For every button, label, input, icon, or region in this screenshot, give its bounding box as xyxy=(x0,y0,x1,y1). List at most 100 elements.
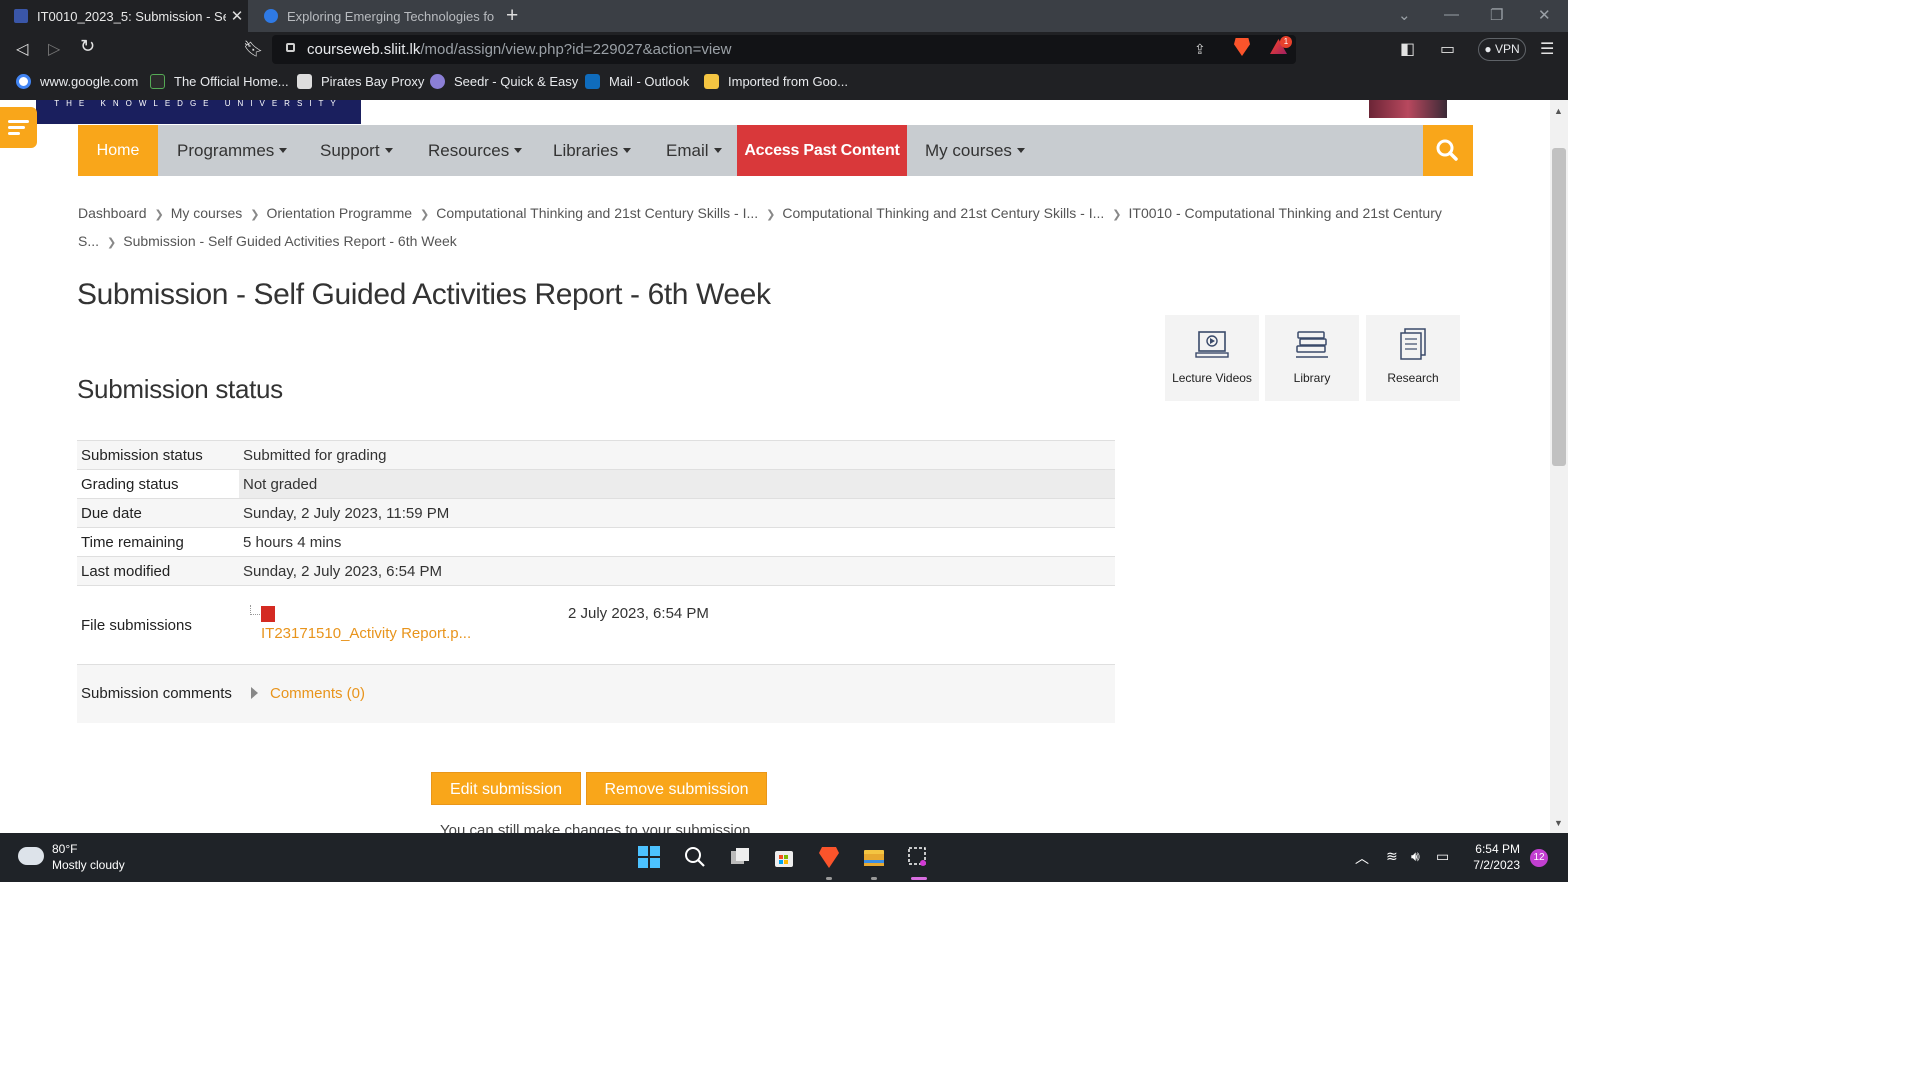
wallet-icon[interactable]: ▭ xyxy=(1440,39,1455,59)
time: 6:54 PM xyxy=(1475,842,1520,856)
site-icon xyxy=(150,74,165,89)
edit-hint-text: You can still make changes to your submi… xyxy=(440,822,755,833)
breadcrumb-dashboard[interactable]: Dashboard xyxy=(78,205,147,221)
row-value: Sunday, 2 July 2023, 6:54 PM xyxy=(239,556,1115,586)
notification-badge[interactable]: 12 xyxy=(1530,849,1548,867)
row-label: Time remaining xyxy=(77,527,239,557)
scroll-up-icon[interactable]: ▲ xyxy=(1554,106,1563,116)
caret-down-icon xyxy=(514,148,523,153)
seedr-icon xyxy=(430,74,445,89)
bookmark-pirates-bay[interactable]: Pirates Bay Proxy xyxy=(297,74,424,89)
breadcrumb-current: Submission - Self Guided Activities Repo… xyxy=(123,233,457,249)
share-icon[interactable]: ⇪ xyxy=(1194,41,1206,58)
brave-browser-icon[interactable] xyxy=(817,845,841,869)
chevron-right-icon: ❯ xyxy=(154,209,164,221)
search-icon xyxy=(1436,139,1458,161)
comments-link[interactable]: Comments (0) xyxy=(270,685,365,702)
google-icon xyxy=(16,74,31,89)
tile-research[interactable]: Research xyxy=(1366,315,1460,401)
close-window-icon[interactable]: ✕ xyxy=(1538,6,1551,24)
breadcrumb-orientation[interactable]: Orientation Programme xyxy=(267,205,413,221)
temperature: 80°F xyxy=(52,842,78,856)
row-label: Last modified xyxy=(77,556,239,586)
tile-label: Lecture Videos xyxy=(1172,371,1252,385)
sliit-logo[interactable]: THE KNOWLEDGE UNIVERSITY xyxy=(36,100,361,124)
comments-cell: Comments (0) xyxy=(239,664,1115,723)
chevron-right-icon: ❯ xyxy=(107,237,117,249)
microsoft-store-icon[interactable] xyxy=(772,845,796,869)
tab-assignment[interactable]: IT0010_2023_5: Submission - Self ✕ xyxy=(0,0,248,32)
maximize-icon[interactable]: ❐ xyxy=(1490,6,1503,24)
bookmark-icon[interactable]: 🔖︎ xyxy=(243,39,263,59)
table-row: Grading status Not graded xyxy=(77,469,1115,499)
library-icon xyxy=(1296,331,1328,358)
back-icon[interactable]: ◁ xyxy=(16,39,28,59)
task-view-icon[interactable] xyxy=(728,845,752,869)
row-label: Grading status xyxy=(77,469,239,499)
scrollbar-thumb[interactable] xyxy=(1552,148,1566,466)
bookmark-outlook[interactable]: Mail - Outlook xyxy=(585,74,689,89)
battery-icon[interactable]: ▭ xyxy=(1436,848,1449,865)
breadcrumb-my-courses[interactable]: My courses xyxy=(171,205,243,221)
tile-library[interactable]: Library xyxy=(1265,315,1359,401)
breadcrumb: Dashboard ❯ My courses ❯ Orientation Program… xyxy=(78,200,1468,256)
menu-my-courses[interactable]: My courses xyxy=(925,125,1025,176)
search-icon[interactable] xyxy=(683,845,707,869)
bookmark-google[interactable]: www.google.com xyxy=(16,74,138,89)
clock[interactable]: 6:54 PM 7/2/2023 xyxy=(1470,841,1520,873)
close-tab-icon[interactable]: ✕ xyxy=(226,7,248,25)
minimize-icon[interactable]: — xyxy=(1444,6,1459,23)
menu-access-past-content[interactable]: Access Past Content xyxy=(737,125,907,176)
folder-icon xyxy=(704,74,719,89)
bookmark-official-home[interactable]: The Official Home... xyxy=(150,74,289,89)
tab-title: Exploring Emerging Technologies for L xyxy=(287,8,495,24)
menu-home[interactable]: Home xyxy=(78,125,158,176)
file-link[interactable]: IT23171510_Activity Report.p... xyxy=(261,625,471,642)
edit-submission-button[interactable]: Edit submission xyxy=(431,772,581,805)
tab-exploring[interactable]: Exploring Emerging Technologies for L xyxy=(250,0,495,32)
new-tab-icon[interactable]: + xyxy=(506,4,518,28)
url-field[interactable]: courseweb.sliit.lk/mod/assign/view.php?i… xyxy=(272,35,1296,64)
remove-submission-button[interactable]: Remove submission xyxy=(586,772,767,805)
volume-icon[interactable]: 🔊︎ xyxy=(1411,848,1420,865)
breadcrumb-ct-skills-2[interactable]: Computational Thinking and 21st Century … xyxy=(782,205,1104,221)
tile-lecture-videos[interactable]: Lecture Videos xyxy=(1165,315,1259,401)
search-button[interactable] xyxy=(1423,125,1473,176)
row-label: Submission comments xyxy=(77,664,239,723)
caret-down-icon xyxy=(713,148,722,153)
menu-resources[interactable]: Resources xyxy=(428,125,523,176)
breadcrumb-ct-skills-1[interactable]: Computational Thinking and 21st Century … xyxy=(436,205,758,221)
bookmark-imported[interactable]: Imported from Goo... xyxy=(704,74,848,89)
menu-icon[interactable]: ☰ xyxy=(1540,39,1554,59)
bookmarks-bar: www.google.com The Official Home... Pira… xyxy=(0,66,1568,100)
banner-image xyxy=(1369,100,1447,118)
file-explorer-icon[interactable] xyxy=(862,845,886,869)
chevron-right-icon: ❯ xyxy=(766,209,776,221)
reload-icon[interactable]: ↻ xyxy=(80,36,95,57)
expand-icon[interactable] xyxy=(251,687,258,700)
sidebar-icon[interactable]: ◧ xyxy=(1400,39,1415,59)
forward-icon[interactable]: ▷ xyxy=(48,39,60,59)
vpn-button[interactable]: ● VPN xyxy=(1478,38,1526,61)
tile-label: Research xyxy=(1387,371,1439,385)
outlook-icon xyxy=(585,74,600,89)
menu-libraries[interactable]: Libraries xyxy=(553,125,632,176)
submission-status-table: Submission status Submitted for grading … xyxy=(77,440,1115,723)
menu-email[interactable]: Email xyxy=(666,125,722,176)
scroll-down-icon[interactable]: ▼ xyxy=(1554,818,1563,828)
menu-programmes[interactable]: Programmes xyxy=(177,125,288,176)
page-scrollbar[interactable]: ▲ ▼ xyxy=(1550,100,1568,833)
windows-start-icon[interactable] xyxy=(637,845,661,869)
caret-down-icon xyxy=(1016,148,1025,153)
chevron-up-icon[interactable]: ︿ xyxy=(1355,848,1369,868)
menu-support[interactable]: Support xyxy=(320,125,393,176)
tab-search-icon[interactable]: ⌄ xyxy=(1398,6,1411,24)
file-cell: IT23171510_Activity Report.p... 2 July 2… xyxy=(239,585,1115,665)
snipping-tool-icon[interactable] xyxy=(906,845,930,869)
drawer-toggle-button[interactable] xyxy=(0,107,37,148)
table-row: Submission status Submitted for grading xyxy=(77,440,1115,470)
main-menu: Home Programmes Support Resources Librar… xyxy=(78,125,1473,176)
caret-down-icon xyxy=(384,148,393,153)
wifi-icon[interactable]: ≋ xyxy=(1386,848,1398,865)
bookmark-seedr[interactable]: Seedr - Quick & Easy xyxy=(430,74,578,89)
